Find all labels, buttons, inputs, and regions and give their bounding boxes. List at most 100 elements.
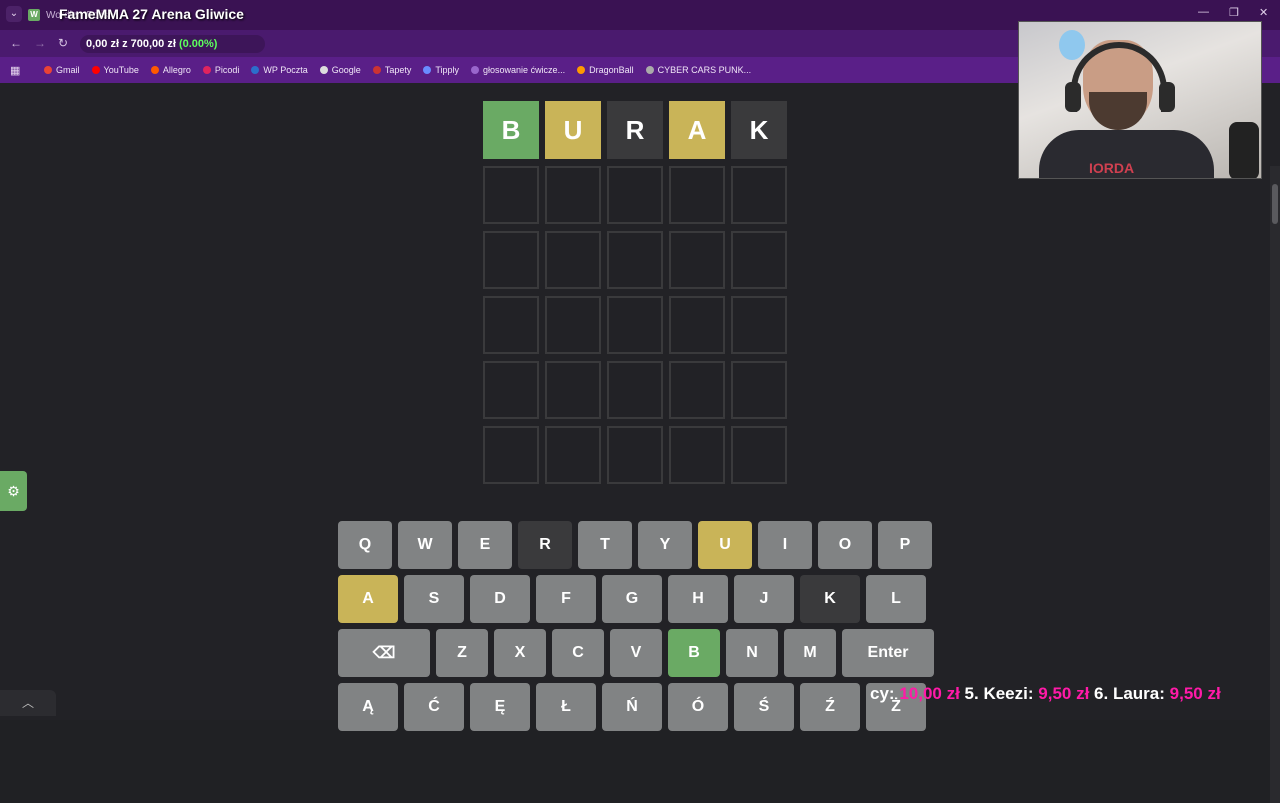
key-e[interactable]: E (458, 521, 512, 569)
webcam-overlay: IORDA (1018, 21, 1262, 179)
key-ń[interactable]: Ń (602, 683, 662, 731)
bookmark-label: Tapety (384, 65, 412, 75)
key-t[interactable]: T (578, 521, 632, 569)
key-ć[interactable]: Ć (404, 683, 464, 731)
key-ł[interactable]: Ł (536, 683, 596, 731)
bookmark-favicon-icon (319, 66, 328, 74)
letter-tile (545, 231, 601, 289)
bookmark-item[interactable]: Gmail (44, 65, 80, 75)
key-u[interactable]: U (698, 521, 752, 569)
key-d[interactable]: D (470, 575, 530, 623)
key-w[interactable]: W (398, 521, 452, 569)
key-s[interactable]: S (404, 575, 464, 623)
tab-search-dropdown-icon[interactable]: ⌄ (6, 6, 22, 22)
letter-tile (731, 166, 787, 224)
bookmark-item[interactable]: Tapety (372, 65, 412, 75)
bookmark-label: CYBER CARS PUNK... (657, 65, 752, 75)
letter-tile (731, 231, 787, 289)
key-v[interactable]: V (610, 629, 662, 677)
key-ś[interactable]: Ś (734, 683, 794, 731)
ticker-amount-2: 9,50 zł (1038, 684, 1090, 703)
key-ą[interactable]: Ą (338, 683, 398, 731)
scroll-up-chevron-icon[interactable]: ︿ (0, 690, 56, 716)
bookmark-label: Gmail (56, 65, 80, 75)
bookmark-label: głosowanie ćwicze... (483, 65, 566, 75)
key-a[interactable]: A (338, 575, 398, 623)
bookmark-favicon-icon (202, 66, 211, 74)
maximize-icon[interactable]: ❐ (1229, 6, 1239, 19)
forward-icon[interactable]: → (34, 36, 46, 50)
key-r[interactable]: R (518, 521, 572, 569)
close-window-icon[interactable]: ✕ (1259, 6, 1268, 19)
scrollbar-thumb[interactable] (1272, 184, 1278, 224)
bookmark-item[interactable]: WP Poczta (251, 65, 308, 75)
letter-tile (483, 231, 539, 289)
bookmark-item[interactable]: Google (319, 65, 361, 75)
key-ó[interactable]: Ó (668, 683, 728, 731)
bookmark-favicon-icon (91, 66, 100, 74)
reload-icon[interactable]: ↻ (58, 36, 68, 50)
bookmark-item[interactable]: Picodi (202, 65, 239, 75)
ticker-prefix: cy: (870, 684, 895, 703)
ticker-amount-3: 9,50 zł (1169, 684, 1221, 703)
grid-row (483, 231, 787, 289)
letter-tile (669, 231, 725, 289)
key-i[interactable]: I (758, 521, 812, 569)
key-c[interactable]: C (552, 629, 604, 677)
bookmark-item[interactable]: DragonBall (577, 65, 634, 75)
key-p[interactable]: P (878, 521, 932, 569)
letter-tile (607, 361, 663, 419)
donation-percent: (0.00%) (178, 38, 218, 50)
letter-tile (607, 166, 663, 224)
letter-tile (607, 426, 663, 484)
enter-key[interactable]: Enter (842, 629, 934, 677)
key-o[interactable]: O (818, 521, 872, 569)
keyboard-row: ĄĆĘŁŃÓŚŹŻ (338, 683, 926, 731)
key-m[interactable]: M (784, 629, 836, 677)
bookmark-label: DragonBall (589, 65, 634, 75)
key-z[interactable]: Z (436, 629, 488, 677)
webcam-earcup-right (1159, 82, 1175, 112)
bookmark-item[interactable]: YouTube (91, 65, 139, 75)
key-k[interactable]: K (800, 575, 860, 623)
letter-tile (731, 361, 787, 419)
ticker-name-3: 6. Laura: (1094, 684, 1165, 703)
bookmark-label: Tipply (435, 65, 460, 75)
letter-grid: BURAK (483, 101, 787, 491)
ticker-amount-1: 10,00 zł (899, 684, 960, 703)
bookmark-item[interactable]: Allegro (150, 65, 191, 75)
letter-tile (545, 296, 601, 354)
key-ź[interactable]: Ź (800, 683, 860, 731)
grid-row (483, 166, 787, 224)
key-b[interactable]: B (668, 629, 720, 677)
webcam-earcup-left (1065, 82, 1081, 112)
key-ę[interactable]: Ę (470, 683, 530, 731)
donation-ticker: cy: 10,00 zł 5. Keezi: 9,50 zł 6. Laura:… (870, 684, 1280, 710)
bookmark-favicon-icon (423, 66, 432, 74)
key-g[interactable]: G (602, 575, 662, 623)
ticker-name-2: 5. Keezi: (964, 684, 1034, 703)
key-y[interactable]: Y (638, 521, 692, 569)
letter-tile (731, 426, 787, 484)
bookmark-label: YouTube (103, 65, 139, 75)
key-f[interactable]: F (536, 575, 596, 623)
letter-tile (607, 231, 663, 289)
webcam-balloon (1059, 30, 1085, 60)
key-j[interactable]: J (734, 575, 794, 623)
key-h[interactable]: H (668, 575, 728, 623)
keyboard-row: QWERTYUIOP (338, 521, 932, 569)
letter-tile: K (731, 101, 787, 159)
back-icon[interactable]: ← (10, 36, 22, 50)
key-n[interactable]: N (726, 629, 778, 677)
key-x[interactable]: X (494, 629, 546, 677)
backspace-key[interactable]: ⌫ (338, 629, 430, 677)
apps-grid-icon[interactable]: ▦ (10, 64, 32, 77)
minimize-icon[interactable]: — (1198, 6, 1209, 18)
bookmark-item[interactable]: głosowanie ćwicze... (471, 65, 565, 75)
letter-tile (669, 361, 725, 419)
key-q[interactable]: Q (338, 521, 392, 569)
bookmark-item[interactable]: Tipply (423, 65, 459, 75)
key-l[interactable]: L (866, 575, 926, 623)
settings-gear-icon[interactable]: ⚙ (0, 471, 27, 511)
bookmark-item[interactable]: CYBER CARS PUNK... (645, 65, 752, 75)
